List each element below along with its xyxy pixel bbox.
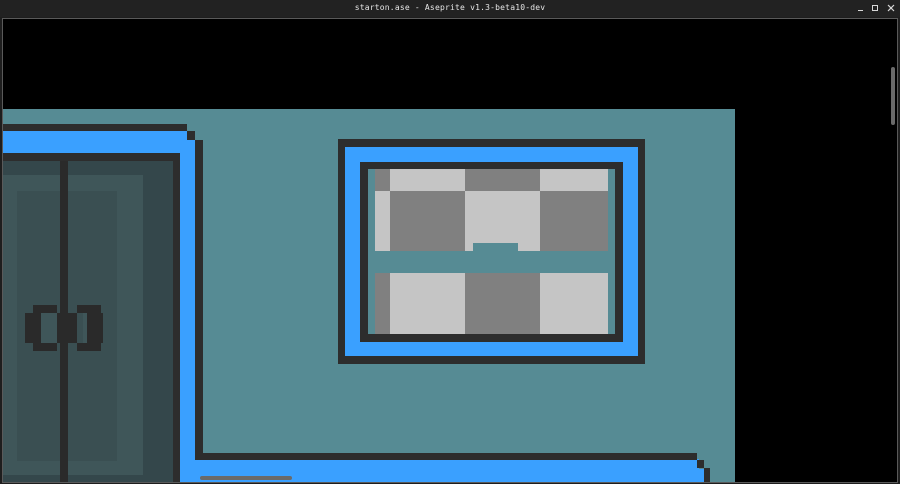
minimize-icon[interactable]	[853, 2, 867, 15]
sprite-artwork	[3, 109, 735, 482]
close-icon[interactable]	[884, 2, 898, 15]
horizontal-scrollbar[interactable]	[200, 476, 292, 480]
title-bar: starton.ase - Aseprite v1.3-beta10-dev	[0, 0, 900, 17]
maximize-icon[interactable]	[868, 2, 882, 15]
sprite-canvas[interactable]	[3, 19, 897, 482]
vertical-scrollbar[interactable]	[891, 67, 895, 125]
window-title: starton.ase - Aseprite v1.3-beta10-dev	[354, 3, 546, 12]
